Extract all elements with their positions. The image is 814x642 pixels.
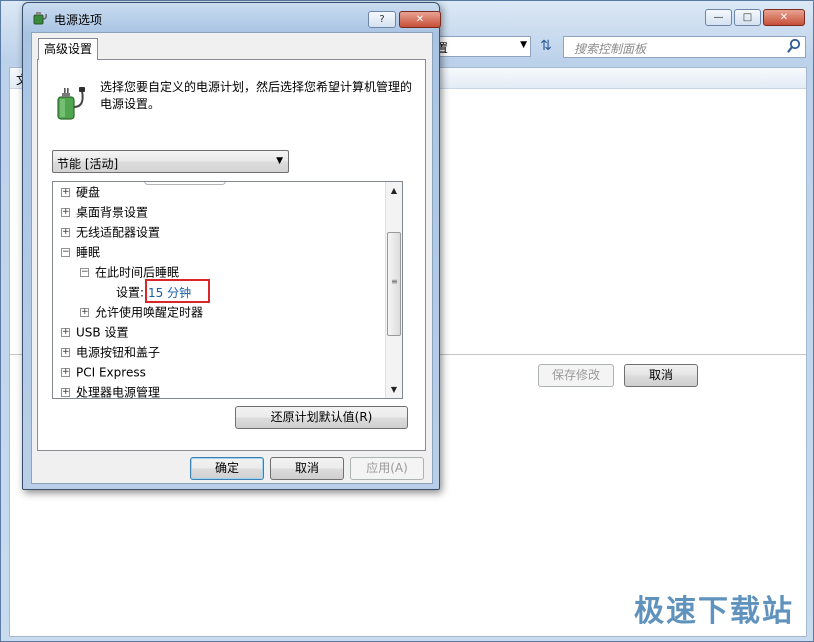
power-plan-select[interactable]: 节能 [活动] ▼ <box>52 150 289 173</box>
save-changes-button[interactable]: 保存修改 <box>538 364 614 387</box>
tree-item-label: PCI Express <box>76 365 146 380</box>
battery-plug-icon <box>53 85 87 123</box>
tree-item-usb-settings[interactable]: + USB 设置 <box>61 322 128 342</box>
tree-item-processor-power[interactable]: + 处理器电源管理 <box>61 382 161 399</box>
expand-icon[interactable]: + <box>61 388 70 397</box>
apply-button[interactable]: 应用(A) <box>350 457 424 480</box>
tree-item-label: 桌面背景设置 <box>76 205 149 220</box>
expand-icon[interactable]: + <box>80 308 89 317</box>
restore-defaults-button[interactable]: 还原计划默认值(R) <box>235 406 408 429</box>
power-options-icon <box>32 10 48 26</box>
advanced-settings-panel: 选择您要自定义的电源计划，然后选择您希望计算机管理的电源设置。 节能 [活动] … <box>37 59 426 451</box>
tree-item-label: 睡眠 <box>76 245 101 260</box>
scroll-down-arrow-icon[interactable]: ▼ <box>386 381 402 398</box>
setting-label: 设置: <box>116 285 145 300</box>
window-close-button[interactable]: ✕ <box>763 9 805 26</box>
tree-item-wireless-adapter[interactable]: + 无线适配器设置 <box>61 222 160 242</box>
refresh-icon[interactable]: ⇅ <box>535 36 557 57</box>
scroll-thumb[interactable]: ≡ <box>387 232 401 336</box>
search-placeholder: 搜索控制面板 <box>574 42 647 56</box>
power-options-dialog: 电源选项 ? ✕ 高级设置 选择您要自定义的电源计划，然后选择您希望计算机管理的… <box>22 2 441 490</box>
dialog-body: 高级设置 选择您要自定义的电源计划，然后选择您希望计算机管理的电源设置。 节能 … <box>31 32 433 484</box>
scroll-up-arrow-icon[interactable]: ▲ <box>386 182 402 199</box>
collapse-icon[interactable]: − <box>80 268 89 277</box>
dialog-titlebar[interactable]: 电源选项 ? ✕ <box>23 3 441 33</box>
tree-item-label: 在此时间后睡眠 <box>95 265 180 280</box>
tree-item-label: 电源按钮和盖子 <box>76 345 161 360</box>
tree-item-label: 硬盘 <box>76 185 101 200</box>
highlight-annotation <box>145 279 210 303</box>
tree-item-power-buttons-lid[interactable]: + 电源按钮和盖子 <box>61 342 160 362</box>
collapse-icon[interactable]: − <box>61 248 70 257</box>
expand-icon[interactable]: + <box>61 328 70 337</box>
tree-item-label: 无线适配器设置 <box>76 225 161 240</box>
tree-item-label: USB 设置 <box>76 325 129 340</box>
ok-button[interactable]: 确定 <box>190 457 264 480</box>
tree-item-hard-disk[interactable]: + 硬盘 <box>61 182 100 202</box>
expand-icon[interactable]: + <box>61 228 70 237</box>
grip-icon: ≡ <box>391 277 398 286</box>
dialog-title: 电源选项 <box>54 13 103 27</box>
help-button[interactable]: ? <box>368 11 396 28</box>
search-icon[interactable] <box>787 38 801 58</box>
tree-item-label: 允许使用唤醒定时器 <box>95 305 204 320</box>
cancel-button[interactable]: 取消 <box>624 364 698 387</box>
power-plan-value: 节能 [活动] <box>57 157 119 171</box>
maximize-button[interactable]: □ <box>734 9 761 26</box>
expand-icon[interactable]: + <box>61 208 70 217</box>
vertical-scrollbar[interactable]: ▲ ≡ ▼ <box>385 182 402 398</box>
dialog-cancel-button[interactable]: 取消 <box>270 457 344 480</box>
dialog-close-button[interactable]: ✕ <box>399 11 441 28</box>
watermark: 极速下载站 <box>634 594 794 629</box>
tree-tooltip-stub <box>144 182 226 185</box>
address-bar[interactable]: 置 ▼ <box>431 36 531 57</box>
settings-tree[interactable]: + 硬盘 + 桌面背景设置 + 无线适配器设置 − 睡眠 − 在此时间后睡眠 设置: 15 … <box>52 181 403 399</box>
search-input[interactable]: 搜索控制面板 <box>563 36 806 58</box>
expand-icon[interactable]: + <box>61 368 70 377</box>
minimize-button[interactable]: — <box>705 9 732 26</box>
tree-item-sleep[interactable]: − 睡眠 <box>61 242 100 262</box>
chevron-down-icon[interactable]: ▼ <box>520 40 527 50</box>
tree-item-wake-timers[interactable]: + 允许使用唤醒定时器 <box>80 302 203 322</box>
tree-item-label: 处理器电源管理 <box>76 385 161 399</box>
tree-item-desktop-background[interactable]: + 桌面背景设置 <box>61 202 148 222</box>
expand-icon[interactable]: + <box>61 348 70 357</box>
tree-item-pci-express[interactable]: + PCI Express <box>61 362 146 382</box>
intro-text: 选择您要自定义的电源计划，然后选择您希望计算机管理的电源设置。 <box>100 80 413 111</box>
expand-icon[interactable]: + <box>61 188 70 197</box>
window-caption-buttons: — □ ✕ <box>705 9 805 26</box>
tab-advanced-settings[interactable]: 高级设置 <box>38 38 99 60</box>
chevron-down-icon: ▼ <box>276 156 283 166</box>
